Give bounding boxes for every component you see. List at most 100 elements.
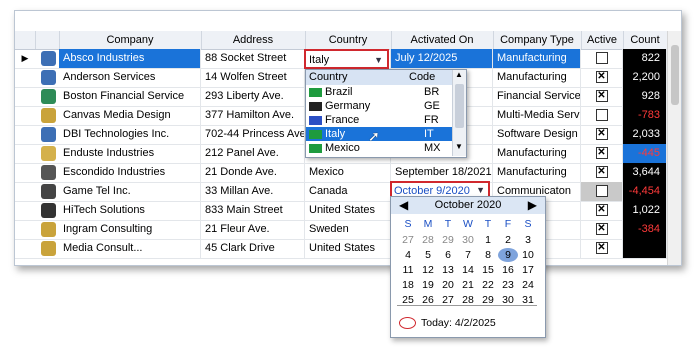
calendar-day[interactable]: 7 [458,248,478,262]
unchecked-checkbox[interactable] [595,52,608,65]
cell-country[interactable]: Mexico [305,163,391,182]
calendar-day[interactable]: 10 [518,248,538,262]
checked-checkbox[interactable]: ✕ [595,223,608,236]
cell-count[interactable]: -384 [623,220,667,239]
cell-active[interactable]: ✕ [581,201,623,220]
cell-count[interactable]: 822 [623,49,667,68]
calendar-day[interactable]: 14 [458,263,478,277]
row-selector[interactable] [15,106,35,125]
vertical-scrollbar[interactable] [667,31,681,265]
row-selector[interactable] [15,125,35,144]
cell-active[interactable]: ✕ [581,87,623,106]
calendar-day[interactable]: 30 [458,233,478,247]
table-row[interactable]: Ingram Consulting21 Fleur Ave.Swedenesig… [15,220,667,240]
today-link[interactable]: Today: 4/2/2025 [421,317,496,329]
cell-type[interactable]: Manufacturing [493,144,581,163]
column-header-country[interactable]: Country [305,31,392,49]
calendar-day[interactable]: 20 [438,278,458,292]
dropdown-item[interactable]: Germany GE [306,99,452,113]
cell-active[interactable] [581,49,623,68]
cell-company[interactable]: Game Tel Inc. [59,182,201,201]
column-header-company-type[interactable]: Company Type [493,31,582,49]
cell-count[interactable]: 1,022 [623,201,667,220]
cell-active[interactable]: ✕ [581,163,623,182]
cell-country[interactable]: United States [305,239,391,258]
cell-type[interactable]: Manufacturing [493,163,581,182]
row-selector[interactable] [15,68,35,87]
cell-company[interactable]: Media Consult... [59,239,201,258]
calendar-day[interactable]: 12 [418,263,438,277]
unchecked-checkbox[interactable] [595,185,608,198]
calendar-day[interactable]: 4 [398,248,418,262]
checked-checkbox[interactable]: ✕ [595,90,608,103]
cell-address[interactable]: 88 Socket Street [201,49,305,68]
calendar-day[interactable]: 8 [478,248,498,262]
row-selector[interactable] [15,182,35,201]
calendar-day[interactable]: 17 [518,263,538,277]
calendar-day[interactable]: 21 [458,278,478,292]
calendar-day[interactable]: 2 [498,233,518,247]
cell-address[interactable]: 21 Donde Ave. [201,163,305,182]
cell-company[interactable]: Enduste Industries [59,144,201,163]
column-header-count[interactable]: Count [623,31,668,49]
cell-count[interactable]: 2,200 [623,68,667,87]
cell-count[interactable]: -4,454 [623,182,667,201]
cell-company[interactable]: DBI Technologies Inc. [59,125,201,144]
cell-address[interactable]: 45 Clark Drive [201,239,305,258]
checked-checkbox[interactable]: ✕ [595,147,608,160]
row-selector[interactable] [15,201,35,220]
cell-address[interactable]: 14 Wolfen Street [201,68,305,87]
cell-count[interactable]: 3,644 [623,163,667,182]
calendar-day[interactable]: 29 [438,233,458,247]
scrollbar-thumb[interactable] [671,45,679,105]
cell-type[interactable]: Financial Services [493,87,581,106]
cell-address[interactable]: 33 Millan Ave. [201,182,305,201]
dropdown-scroll-thumb[interactable] [455,84,464,128]
cell-company[interactable]: HiTech Solutions [59,201,201,220]
cell-address[interactable]: 293 Liberty Ave. [201,87,305,106]
row-selector[interactable] [15,239,35,258]
column-header-company[interactable]: Company [59,31,202,49]
cell-country[interactable]: Canada [305,182,391,201]
row-selector[interactable] [15,163,35,182]
cell-type[interactable]: Manufacturing [493,68,581,87]
row-selector[interactable] [15,220,35,239]
calendar-day[interactable]: 16 [498,263,518,277]
cell-country[interactable]: United States [305,201,391,220]
cell-active[interactable] [581,182,623,201]
chevron-down-icon[interactable]: ▼ [476,183,485,197]
cell-active[interactable]: ✕ [581,239,623,258]
cell-company[interactable]: Absco Industries [59,49,201,68]
cell-activated[interactable]: September 18/2021 [391,163,493,182]
unchecked-checkbox[interactable] [595,109,608,122]
column-header-active[interactable]: Active [581,31,624,49]
table-row[interactable]: Media Consult... 45 Clark Drive United Sta… [15,239,667,259]
calendar-day[interactable]: 11 [398,263,418,277]
cell-active[interactable] [581,106,623,125]
calendar-day[interactable]: 28 [418,233,438,247]
calendar-day[interactable]: 6 [438,248,458,262]
cell-type[interactable]: Manufacturing [493,49,581,68]
cell-company[interactable]: Canvas Media Design [59,106,201,125]
country-editor[interactable]: Italy ▼ [304,49,389,69]
cell-company[interactable]: Escondido Industries [59,163,201,182]
checked-checkbox[interactable]: ✕ [595,128,608,141]
cell-active[interactable]: ✕ [581,220,623,239]
cell-active[interactable]: ✕ [581,125,623,144]
current-row-indicator-icon[interactable]: ▶ [15,49,35,68]
cell-address[interactable]: 702-44 Princess Ave [201,125,305,144]
cell-address[interactable]: 377 Hamilton Ave. [201,106,305,125]
calendar-day[interactable]: 5 [418,248,438,262]
cell-country[interactable]: Sweden [305,220,391,239]
cell-company[interactable]: Anderson Services [59,68,201,87]
calendar-day[interactable]: 9 [498,248,518,262]
cell-type[interactable]: Multi-Media Servic [493,106,581,125]
cell-active[interactable]: ✕ [581,68,623,87]
column-header-activated-on[interactable]: Activated On [391,31,494,49]
cell-address[interactable]: 212 Panel Ave. [201,144,305,163]
row-selector[interactable] [15,144,35,163]
calendar-day[interactable]: 15 [478,263,498,277]
chevron-down-icon[interactable]: ▼ [374,52,383,68]
calendar-day[interactable]: 22 [478,278,498,292]
dropdown-item[interactable]: Brazil BR [306,85,452,99]
